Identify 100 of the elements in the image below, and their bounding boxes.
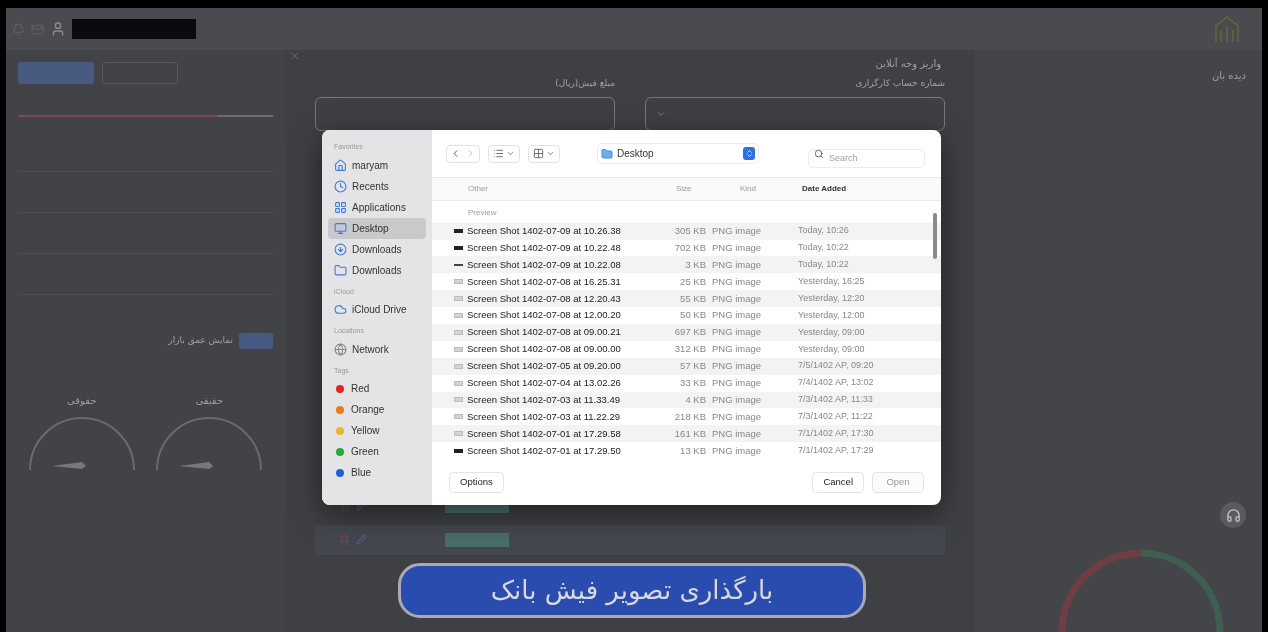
file-name: Screen Shot 1402-07-05 at 09.20.00: [467, 359, 622, 374]
file-date: 7/3/1402 AP, 11:33: [798, 393, 873, 407]
file-thumbnail-icon: [454, 448, 463, 453]
globe-icon: [334, 342, 347, 356]
file-row[interactable]: Screen Shot 1402-07-01 at 17.29.58 161 KB PNG image 7/1/1402 AP, 17:30: [432, 425, 941, 443]
watch-title: دیده بان: [1211, 69, 1246, 83]
file-thumbnail-icon: [454, 397, 463, 403]
file-name: Screen Shot 1402-07-03 at 11.22.29: [467, 409, 621, 424]
sidebar-item[interactable]: iCloud Drive: [328, 299, 426, 320]
file-row[interactable]: Screen Shot 1402-07-09 at 10.26.38 305 KB PNG image Today, 10:26: [432, 222, 941, 240]
file-thumbnail-icon: [454, 263, 463, 266]
file-thumbnail-icon: [454, 279, 463, 285]
file-thumbnail-icon: [454, 363, 463, 369]
file-size: 161 KB: [673, 426, 706, 441]
file-date: Yesterday, 09:00: [798, 325, 865, 339]
location-popup[interactable]: Desktop: [598, 144, 758, 163]
options-button[interactable]: Options: [450, 472, 503, 492]
user-icon[interactable]: [50, 21, 66, 37]
close-icon[interactable]: [289, 50, 301, 62]
sidebar-item[interactable]: Green: [328, 441, 426, 462]
file-name: Screen Shot 1402-07-01 at 17.29.58: [467, 426, 622, 441]
sidebar-item[interactable]: Downloads: [328, 259, 426, 281]
file-date: 7/4/1402 AP, 13:02: [798, 376, 874, 390]
file-name: Screen Shot 1402-07-09 at 10.22.08: [467, 257, 622, 272]
group-control[interactable]: [528, 144, 560, 163]
file-thumbnail-icon: [454, 329, 463, 335]
file-size: 33 KB: [679, 375, 706, 390]
file-size: 312 KB: [673, 342, 706, 357]
file-name: Screen Shot 1402-07-08 at 09.00.21: [467, 325, 622, 340]
sidebar-item[interactable]: maryam: [328, 154, 426, 176]
column-heading[interactable]: Date Added: [794, 183, 941, 195]
file-thumbnail-icon: [454, 229, 463, 234]
file-size: 218 KB: [673, 409, 706, 424]
file-kind: PNG image: [711, 359, 763, 374]
sidebar-item[interactable]: Blue: [328, 462, 426, 483]
sidebar-item[interactable]: Orange: [328, 399, 426, 420]
download-icon: [334, 242, 347, 256]
file-name: Screen Shot 1402-07-04 at 13.02.26: [467, 375, 622, 390]
file-size: 13 KB: [679, 443, 706, 458]
file-name: Screen Shot 1402-07-09 at 10.22.48: [467, 240, 622, 255]
file-size: 50 KB: [679, 308, 706, 323]
back-forward-control[interactable]: [446, 144, 480, 163]
sidebar-item[interactable]: Red: [328, 378, 426, 399]
file-thumbnail-icon: [454, 245, 463, 250]
tab-button[interactable]: [18, 62, 94, 84]
folder-icon: [601, 147, 613, 160]
file-name: Screen Shot 1402-07-08 at 09.00.00: [467, 342, 622, 357]
file-kind: PNG image: [711, 443, 763, 458]
search-icon: [814, 149, 824, 159]
group-label: Preview: [467, 207, 498, 219]
file-name: Screen Shot 1402-07-08 at 12.00.20: [467, 308, 622, 323]
headset-icon: [1225, 507, 1241, 523]
file-date: 7/3/1402 AP, 11:22: [798, 410, 873, 424]
apps-icon: [334, 200, 347, 214]
support-button[interactable]: [1220, 502, 1246, 528]
clock-icon: [334, 179, 347, 193]
sidebar-item[interactable]: Desktop: [328, 217, 426, 239]
file-kind: PNG image: [711, 392, 763, 407]
gauge-label: حقیقی: [195, 394, 224, 408]
file-size: 697 KB: [673, 325, 706, 340]
file-kind: PNG image: [711, 223, 763, 238]
logo-icon: [1212, 14, 1242, 44]
scrollbar-thumb: [933, 213, 937, 259]
file-thumbnail-icon: [454, 414, 463, 420]
file-kind: PNG image: [711, 274, 763, 289]
desktop-icon: [334, 221, 347, 235]
file-kind: PNG image: [711, 426, 763, 441]
field-label: شماره حساب کارگزاری: [855, 77, 945, 90]
file-kind: PNG image: [711, 409, 763, 424]
file-size: 57 KB: [679, 359, 706, 374]
file-kind: PNG image: [711, 308, 763, 323]
file-date: Yesterday, 16:25: [798, 275, 865, 288]
file-thumbnail-icon: [454, 431, 463, 437]
sidebar-item[interactable]: Applications: [328, 196, 426, 218]
list-view-control[interactable]: [488, 144, 520, 163]
sidebar-item[interactable]: Downloads: [328, 238, 426, 260]
depth-toggle[interactable]: [239, 333, 273, 349]
file-name: Screen Shot 1402-07-08 at 12.20.43: [467, 291, 622, 306]
file-size: 55 KB: [679, 291, 706, 306]
file-row[interactable]: Screen Shot 1402-07-08 at 12.20.43 55 KB PNG image Yesterday, 12:20: [432, 290, 941, 308]
sidebar-item[interactable]: Yellow: [328, 420, 426, 441]
file-name: Screen Shot 1402-07-01 at 17.29.50: [467, 443, 622, 458]
cancel-button[interactable]: Cancel: [813, 472, 863, 492]
sidebar-item[interactable]: Recents: [328, 175, 426, 197]
modal-title: واریز وجه آنلاین: [875, 56, 941, 71]
file-date: Today, 10:22: [798, 241, 849, 255]
file-date: Today, 10:26: [798, 224, 849, 238]
search-field[interactable]: Search: [808, 148, 925, 168]
file-row[interactable]: Screen Shot 1402-07-09 at 10.22.08 3 KB PNG image Today, 10:22: [432, 256, 941, 274]
sidebar-item[interactable]: Network: [328, 338, 426, 360]
file-date: Today, 10:22: [798, 258, 849, 272]
file-kind: PNG image: [711, 375, 763, 390]
file-kind: PNG image: [711, 342, 763, 357]
file-thumbnail-icon: [454, 313, 463, 318]
gauge-label: حقوقی: [67, 394, 97, 408]
home-icon: [334, 158, 347, 172]
file-thumbnail-icon: [454, 296, 463, 302]
file-name: Screen Shot 1402-07-08 at 16.25.31: [467, 274, 622, 289]
field-label: مبلغ فیش(ریال): [555, 77, 615, 90]
file-name: Screen Shot 1402-07-09 at 10.26.38: [467, 223, 622, 238]
